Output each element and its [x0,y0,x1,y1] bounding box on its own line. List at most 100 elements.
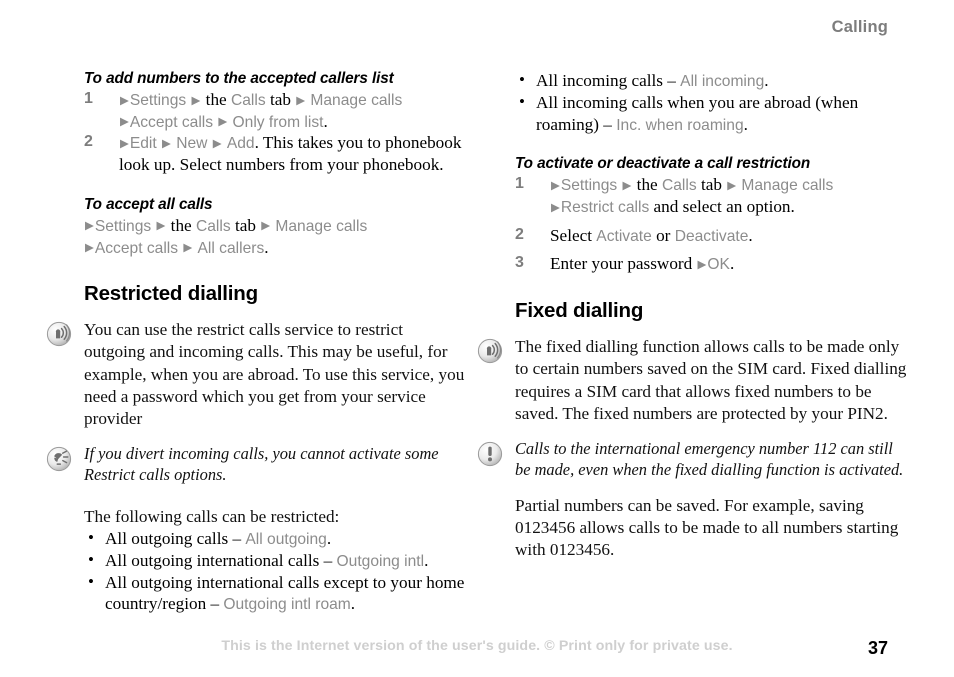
broadcast-signal-icon [477,338,503,364]
plain-tail: . [326,529,332,549]
bullet-dot-icon: • [88,549,94,569]
plain-word: the [205,89,227,109]
step-line: Enter your password ▶OK. [550,254,734,273]
plain-word: or [651,225,675,245]
arrow-icon: ▶ [120,92,129,107]
fixed-dialling-extra-text: Partial numbers can be saved. For exampl… [515,495,899,559]
step-line: ▶Restrict calls and select an option. [550,197,795,216]
plain-lead: Select [550,225,597,245]
arrow-icon: ▶ [697,257,707,272]
step-line: ▶Settings ▶ the Calls tab ▶ Manage calls [550,175,833,194]
ui-term: Restrict calls [560,198,650,216]
ui-term: Inc. when roaming [616,116,744,134]
list-item: • All outgoing calls – All outgoing. [84,528,466,550]
bullet-dot-icon: • [88,571,94,591]
ui-term: Activate [596,227,652,245]
ui-term: Calls [195,217,231,235]
step-item: 2 Select Activate or Deactivate. [515,225,907,247]
arrow-icon: ▶ [727,177,737,192]
heading-activate-deactivate-restriction: To activate or deactivate a call restric… [515,155,811,173]
restricted-list-intro: The following calls can be restricted: [84,506,340,526]
plain-tail: . [323,111,328,131]
restricted-incoming-list: • All incoming calls – All incoming. • All… [477,70,907,135]
arrow-icon: ▶ [156,218,166,233]
ui-term: Settings [129,91,187,109]
step-line: ▶Edit ▶ New ▶ Add. This takes you to pho… [119,133,461,174]
ui-term: All incoming [680,73,765,90]
ui-term: Accept calls [94,239,179,257]
fixed-dialling-info-text: The fixed dialling function allows calls… [515,337,907,423]
exclamation-circle-icon [477,441,503,467]
bullet-dot-icon: • [519,70,525,89]
accept-all-calls-path: ▶Settings ▶ the Calls tab ▶ Manage calls… [84,215,466,259]
ui-term: OK [707,256,730,274]
warning-note-text: Calls to the international emergency num… [515,438,904,479]
left-column: To add numbers to the accepted callers l… [46,70,466,615]
ui-term: New [176,135,208,153]
plain-tail: . [748,225,753,245]
arrow-icon: ▶ [85,218,94,233]
heading-add-numbers-accepted-callers: To add numbers to the accepted callers l… [84,70,394,87]
arrow-icon: ▶ [120,114,129,129]
bullet-plain: All outgoing calls – [105,529,246,549]
ui-term: Add [226,135,255,153]
heading-accept-all-calls: To accept all calls [84,195,213,213]
ui-term: Outgoing intl roam [223,596,351,614]
arrow-icon: ▶ [183,240,193,255]
step-line: ▶Settings ▶ the Calls tab ▶ Manage calls [119,90,402,109]
step-number: 3 [515,254,524,272]
arrow-icon: ▶ [120,136,129,151]
bullet-dot-icon: • [519,91,525,111]
step-number: 2 [515,225,524,243]
list-item: • All outgoing international calls except… [84,572,466,616]
bullet-plain: All outgoing international calls – [105,550,337,570]
path-line: ▶Settings ▶ the Calls tab ▶ Manage calls [84,216,367,235]
step-item: 1 ▶Settings ▶ the Calls tab ▶ Manage cal… [84,89,466,133]
ui-term: Settings [560,177,618,195]
step-number: 2 [84,133,93,151]
ui-term: Only from list [232,113,324,131]
plain-tail: . [424,550,429,570]
path-line: ▶Accept calls ▶ All callers. [84,238,269,257]
broadcast-signal-icon [46,321,72,347]
ui-term: Settings [94,217,152,235]
step-line: ▶Accept calls ▶ Only from list. [119,112,328,131]
list-item: • All incoming calls when you are abroad … [515,92,907,136]
step-item: 2 ▶Edit ▶ New ▶ Add. This takes you to p… [84,132,466,176]
step-number: 1 [515,175,524,193]
ui-term: Manage calls [275,217,368,235]
step-number: 1 [84,89,93,107]
plain-tail: . [764,71,769,90]
manual-page: Calling To add numbers to the accepted c… [0,0,954,677]
plain-word: the [636,175,658,195]
restricted-outgoing-list: • All outgoing calls – All outgoing. • All… [46,528,466,615]
arrow-icon: ▶ [191,92,201,107]
plain-tail: . [350,594,356,614]
ui-term: Outgoing intl [336,552,425,570]
arrow-icon: ▶ [622,177,632,192]
ui-term: Edit [129,135,157,153]
plain-tail: . [264,237,269,257]
step-item: 1 ▶Settings ▶ the Calls tab ▶ Manage cal… [515,174,907,218]
footer-notice: This is the Internet version of the user… [221,638,733,654]
info-note-block: You can use the restrict calls service t… [46,319,466,430]
steps-add-numbers: 1 ▶Settings ▶ the Calls tab ▶ Manage cal… [46,89,466,176]
list-item: • All outgoing international calls – Outg… [84,550,466,572]
info-note-text: You can use the restrict calls service t… [84,320,465,429]
ui-term: Accept calls [129,113,214,131]
bullet-plain: All incoming calls – [536,71,681,90]
ui-term: Calls [661,177,697,195]
step-item: 3 Enter your password ▶OK. [515,253,907,275]
bullet-dot-icon: • [88,528,94,548]
page-title-restricted-dialling: Restricted dialling [84,282,258,306]
chapter-header: Calling [831,18,888,36]
plain-lead: Enter your password [550,254,697,274]
ui-term: Calls [230,91,266,109]
list-item: • All incoming calls – All incoming. [515,70,907,92]
arrow-icon: ▶ [212,136,222,151]
ui-term: Manage calls [741,177,834,195]
arrow-icon: ▶ [551,199,560,214]
page-number: 37 [867,638,888,658]
ui-term: Manage calls [310,91,403,109]
plain-tail: . [743,114,748,134]
